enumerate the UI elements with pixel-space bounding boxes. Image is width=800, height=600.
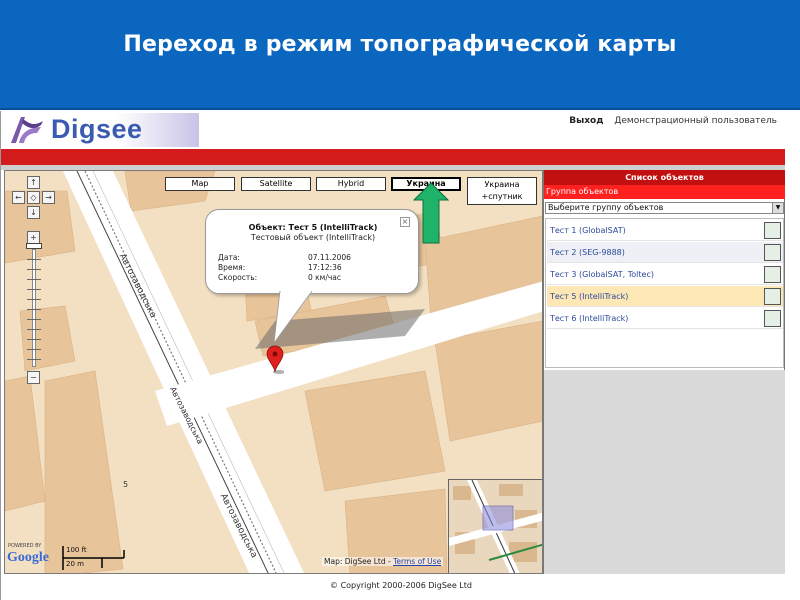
chevron-down-icon[interactable]: ▼ [772,203,783,213]
terms-of-use-link[interactable]: Terms of Use [393,557,441,566]
powered-by-label: POWERED BY [8,543,42,549]
map-scale: 100 ft 20 m [62,546,126,572]
pan-center-icon[interactable]: ◇ [27,191,40,204]
slide-title: Переход в режим топографической карты [123,32,677,57]
overview-map-tiles [449,480,542,573]
footer-copyright: © Copyright 2000-2006 DigSee Ltd [330,581,472,590]
zoom-tick [27,299,41,300]
map-locate-icon[interactable] [764,266,781,283]
pan-left-icon[interactable]: ← [12,191,25,204]
annotation-arrow-icon [413,182,449,244]
bubble-title: Объект: Тест 5 (IntelliTrack) [248,223,378,232]
zoom-slider-thumb[interactable] [26,243,42,249]
logout-link[interactable]: Выход [569,116,603,126]
google-logo-text: Google [7,550,49,565]
bubble-row-key: Время: [218,263,246,272]
map-type-ukraine-satellite-button[interactable]: Украина +спутник [467,177,537,205]
building-number: 5 [123,480,129,489]
overview-map[interactable] [448,479,542,573]
zoom-tick [27,349,41,350]
map-locate-icon[interactable] [764,310,781,327]
object-label: Тест 3 (GlobalSAT, Toltec) [550,270,654,279]
bubble-row-value: 17:12:36 [308,263,342,272]
zoom-tick [27,279,41,280]
group-label: Группа объектов [544,185,785,199]
google-logo[interactable]: POWERED BY Google [6,543,60,573]
logo-mark-icon [11,117,43,143]
digsee-logo[interactable]: Digsee [7,113,199,147]
title-banner: Переход в режим топографической карты [0,0,800,110]
user-name: Демонстрационный пользователь [614,116,777,126]
bubble-tail [273,291,313,345]
bubble-row-time: Время: 17:12:36 [218,263,408,273]
map-marker-icon[interactable] [266,345,284,375]
header-links: Выход Демонстрационный пользователь [569,116,777,126]
bubble-row-date: Дата: 07.11.2006 [218,253,408,263]
bubble-row-key: Скорость: [218,273,258,282]
slide: Переход в режим топографической карты Di… [0,0,800,600]
zoom-out-icon[interactable]: − [27,371,40,384]
pan-right-icon[interactable]: → [42,191,55,204]
map-locate-icon[interactable] [764,288,781,305]
header-red-bar [1,149,785,165]
map-type-satellite-button[interactable]: Satellite [241,177,311,191]
bubble-row-speed: Скорость: 0 км/час [218,273,408,283]
bubble-subtitle: Тестовый объект (IntelliTrack) [250,233,376,242]
object-list-panel: Список объектов Группа объектов Выберите… [543,170,785,574]
panel-header: Список объектов [544,170,785,185]
bubble-row-value: 0 км/час [308,273,342,282]
zoom-tick [27,339,41,340]
object-row[interactable]: Тест 2 (SEG-9888) [547,242,783,263]
map-type-hybrid-button[interactable]: Hybrid [316,177,386,191]
group-select[interactable]: Выберите группу объектов ▼ [545,202,784,214]
zoom-tick [27,289,41,290]
zoom-tick [27,319,41,320]
bubble-row-value: 07.11.2006 [308,253,351,262]
scale-label-meters: 20 m [66,560,84,568]
app-header: Digsee Выход Демонстрационный пользовате… [1,111,800,149]
object-row-selected[interactable]: Тест 5 (IntelliTrack) [547,286,783,307]
zoom-tick [27,359,41,360]
object-label: Тест 1 (GlobalSAT) [550,226,626,235]
pan-up-icon[interactable]: ↑ [27,176,40,189]
object-info-bubble: × Объект: Тест 5 (IntelliTrack) Тестовый… [205,209,419,294]
map-canvas[interactable]: Автозаводська Автозаводська Автозаводськ… [4,170,543,574]
app-screenshot: Digsee Выход Демонстрационный пользовате… [0,111,800,600]
map-locate-icon[interactable] [764,244,781,261]
object-list: Тест 1 (GlobalSAT) Тест 2 (SEG-9888) Тес… [545,218,784,368]
object-row[interactable]: Тест 3 (GlobalSAT, Toltec) [547,264,783,285]
object-label: Тест 5 (IntelliTrack) [550,292,629,301]
logo-text: Digsee [51,114,143,144]
scale-label-feet: 100 ft [66,546,87,554]
map-type-map-button[interactable]: Map [165,177,235,191]
zoom-tick [27,329,41,330]
pan-down-icon[interactable]: ↓ [27,206,40,219]
object-row[interactable]: Тест 6 (IntelliTrack) [547,308,783,329]
bubble-row-key: Дата: [218,253,240,262]
map-attribution: Map: DigSee Ltd - Terms of Use [322,557,444,566]
zoom-tick [27,309,41,310]
panel-empty-area [544,370,785,574]
zoom-tick [27,259,41,260]
object-label: Тест 2 (SEG-9888) [550,248,625,257]
zoom-tick [27,269,41,270]
object-row[interactable]: Тест 1 (GlobalSAT) [547,220,783,241]
map-attribution-text: Map: DigSee Ltd - [324,557,394,566]
object-label: Тест 6 (IntelliTrack) [550,314,629,323]
map-locate-icon[interactable] [764,222,781,239]
group-select-value: Выберите группу объектов [548,203,664,212]
